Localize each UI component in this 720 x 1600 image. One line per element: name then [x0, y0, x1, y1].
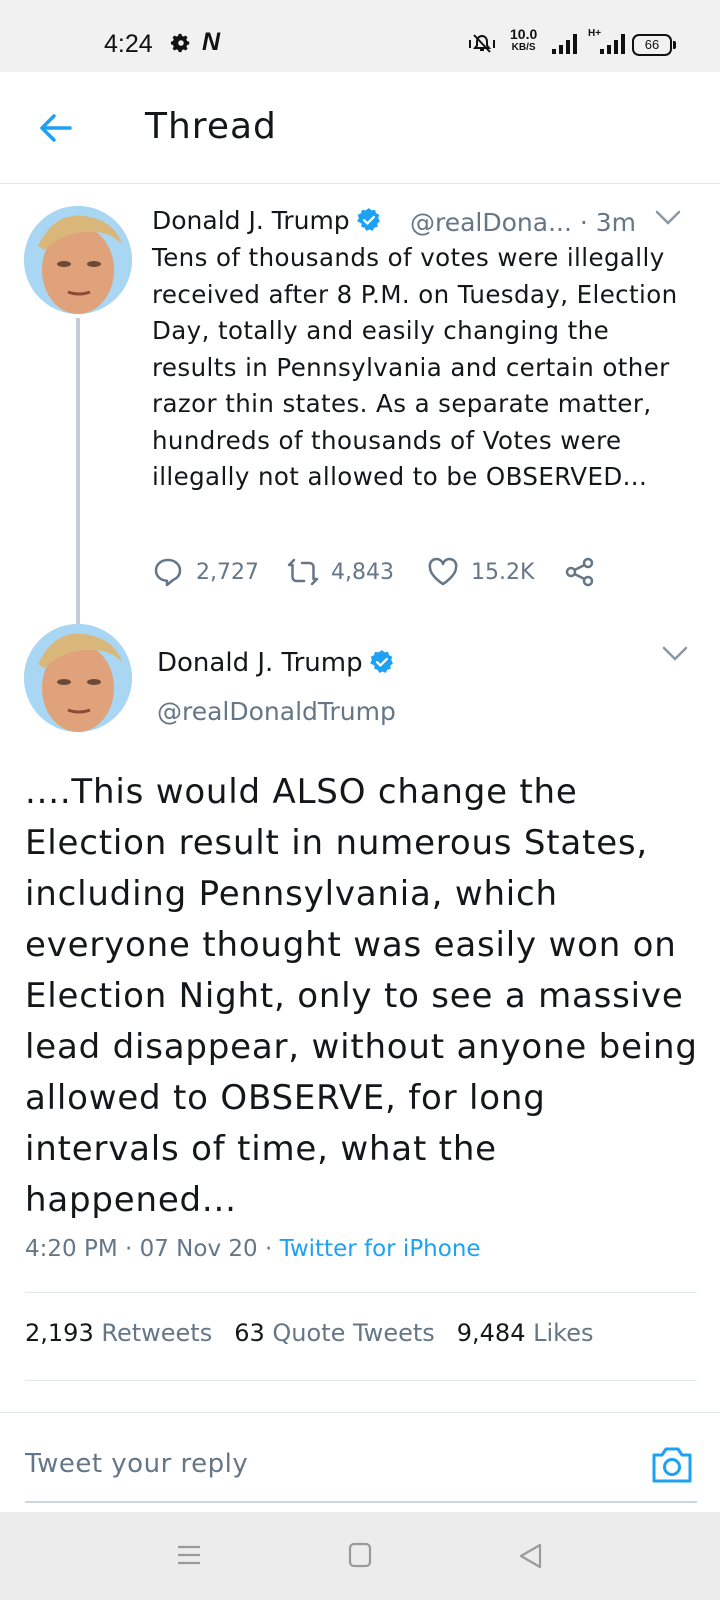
tweet-actions: 2,727 4,843 15.2K: [152, 552, 622, 592]
tweet-handle[interactable]: @realDonaldTrump: [157, 697, 396, 726]
signal-icon-secondary: [600, 34, 625, 54]
avatar[interactable]: [24, 624, 132, 732]
reply-input[interactable]: Tweet your reply: [25, 1449, 248, 1479]
divider: [25, 1380, 697, 1381]
tweet-meta: 4:20 PM · 07 Nov 20 · Twitter for iPhone: [25, 1236, 481, 1262]
page-title: Thread: [145, 106, 277, 147]
verified-badge-icon: [369, 650, 393, 673]
reply-bar: Tweet your reply: [0, 1412, 720, 1512]
retweets-stat[interactable]: 2,193 Retweets: [25, 1319, 212, 1347]
retweet-icon: [287, 558, 319, 586]
tweet-text: ....This would ALSO change the Election …: [25, 772, 698, 1220]
reply-button[interactable]: 2,727: [152, 552, 259, 592]
status-time: 4:24: [104, 30, 153, 58]
camera-icon[interactable]: [650, 1443, 694, 1485]
chevron-down-icon[interactable]: [655, 210, 681, 226]
share-icon: [565, 557, 594, 587]
tweet-timestamp: 4:20 PM · 07 Nov 20 ·: [25, 1236, 280, 1262]
back-triangle-icon[interactable]: [517, 1542, 543, 1570]
likes-stat[interactable]: 9,484 Likes: [457, 1319, 594, 1347]
like-count: 15.2K: [471, 559, 535, 585]
avatar[interactable]: [24, 206, 132, 314]
thread-connector: [76, 318, 80, 632]
back-arrow-icon[interactable]: [36, 108, 76, 148]
share-button[interactable]: [564, 552, 608, 592]
app-header: Thread: [0, 72, 720, 184]
tweet-author-name[interactable]: Donald J. Trump: [157, 648, 395, 678]
tweet-stats: 2,193 Retweets 63 Quote Tweets 9,484 Likes: [25, 1319, 593, 1347]
reply-count: 2,727: [196, 559, 259, 585]
quote-tweets-stat[interactable]: 63 Quote Tweets: [234, 1319, 435, 1347]
battery-icon: 66: [632, 34, 676, 56]
retweet-count: 4,843: [331, 559, 394, 585]
retweet-button[interactable]: 4,843: [287, 552, 394, 592]
signal-icon: [552, 34, 577, 54]
gear-icon: [170, 33, 190, 53]
status-bar: 4:24 N 10.0 KB/S H+ 66: [0, 0, 720, 72]
chevron-down-icon[interactable]: [662, 646, 688, 662]
system-nav-bar: [0, 1512, 720, 1600]
reply-icon: [154, 558, 182, 587]
network-speed: 10.0 KB/S: [510, 26, 538, 53]
like-button[interactable]: 15.2K: [427, 552, 534, 592]
tweet-author-name[interactable]: Donald J. Trump: [152, 206, 382, 235]
divider: [25, 1292, 697, 1293]
tweet-text: Tens of thousands of votes were illegall…: [152, 243, 678, 491]
heart-icon: [428, 557, 458, 586]
n-notification-icon: N: [202, 28, 221, 56]
reply-underline: [25, 1501, 697, 1503]
mute-icon: [469, 34, 495, 53]
avatar-portrait: [24, 206, 132, 314]
avatar-portrait: [24, 624, 132, 732]
home-square-icon[interactable]: [348, 1542, 372, 1568]
verified-badge-icon: [356, 208, 380, 231]
menu-icon[interactable]: [176, 1542, 202, 1568]
tweet-handle-time: @realDona... · 3m: [410, 208, 637, 237]
tweet-source-link[interactable]: Twitter for iPhone: [280, 1236, 481, 1262]
